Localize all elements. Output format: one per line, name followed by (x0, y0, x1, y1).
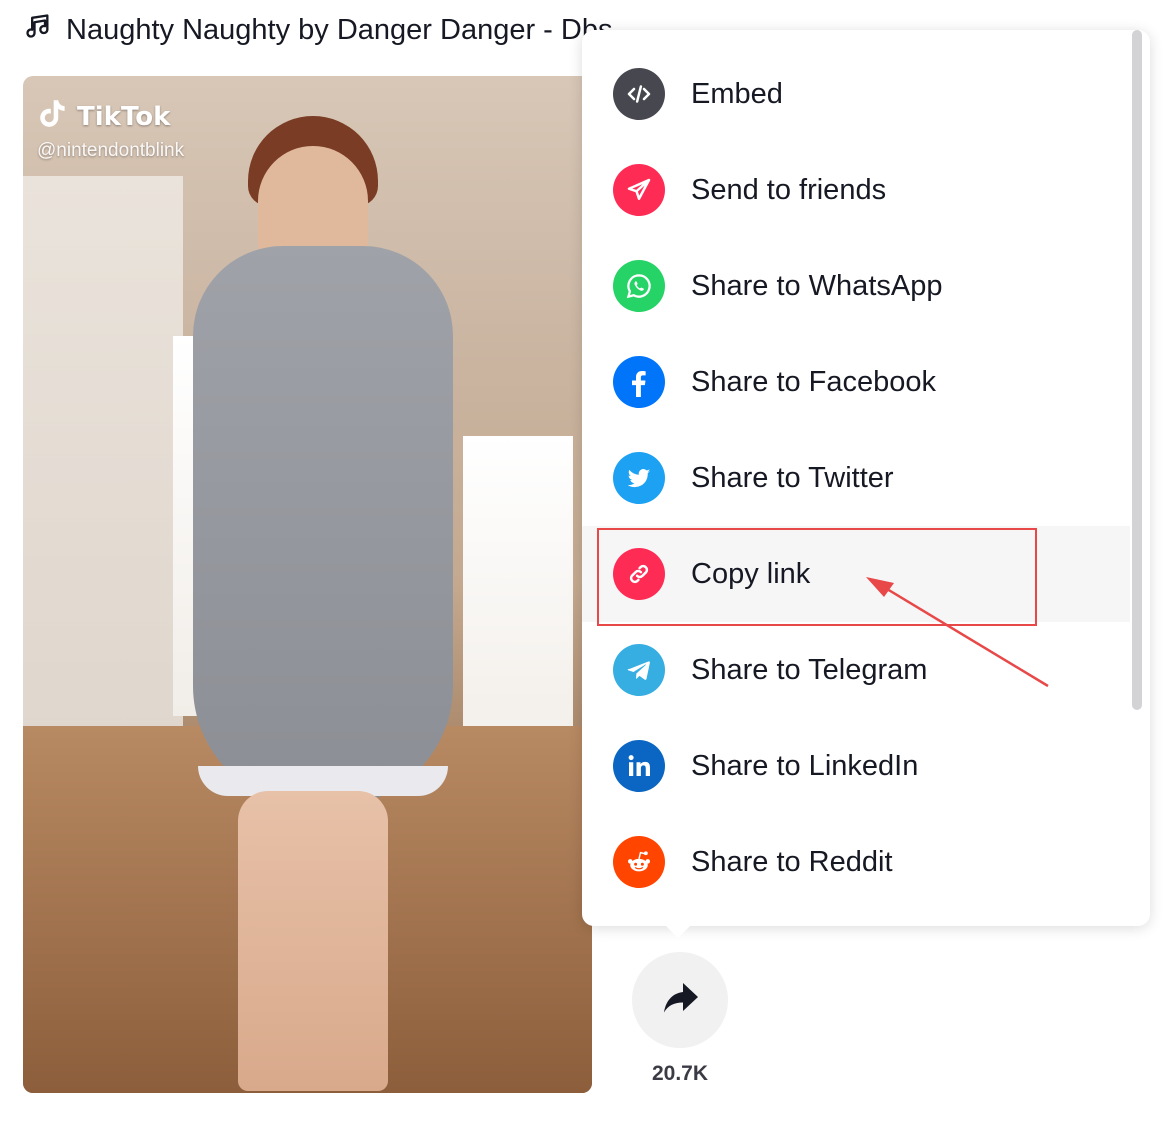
share-item-embed[interactable]: Embed (582, 46, 1130, 142)
embed-icon (613, 68, 665, 120)
twitter-icon (613, 452, 665, 504)
share-count: 20.7K (651, 1062, 709, 1085)
share-menu-scrollbar[interactable] (1132, 30, 1142, 710)
music-note-icon (24, 12, 52, 48)
share-item-send-to-friends[interactable]: Send to friends (582, 142, 1130, 238)
share-item-label: Embed (691, 77, 783, 110)
video-frame (238, 791, 388, 1091)
share-item-linkedin[interactable]: Share to LinkedIn (582, 718, 1130, 814)
telegram-icon (613, 644, 665, 696)
tiktok-logo-icon (37, 96, 71, 137)
share-item-label: Share to Reddit (691, 845, 893, 878)
video-frame (193, 246, 453, 806)
scrollbar-thumb[interactable] (1132, 30, 1142, 710)
share-item-label: Share to Telegram (691, 653, 928, 686)
tiktok-watermark: TikTok (37, 96, 170, 137)
video-player[interactable]: TikTok @nintendontblink (23, 76, 592, 1093)
share-arrow-icon (656, 974, 704, 1027)
send-icon (613, 164, 665, 216)
whatsapp-icon (613, 260, 665, 312)
reddit-icon (613, 836, 665, 888)
annotation-highlight-box (597, 528, 1037, 626)
music-title-text: Naughty Naughty by Danger Danger - Dbs (66, 13, 613, 46)
share-menu: Embed Send to friends Share to WhatsApp … (582, 30, 1150, 938)
share-item-label: Send to friends (691, 173, 887, 206)
music-title[interactable]: Naughty Naughty by Danger Danger - Dbs (24, 10, 612, 50)
share-item-label: Share to WhatsApp (691, 269, 943, 302)
share-button[interactable] (632, 952, 728, 1048)
linkedin-icon (613, 740, 665, 792)
share-item-twitter[interactable]: Share to Twitter (582, 430, 1130, 526)
facebook-icon (613, 356, 665, 408)
share-item-label: Share to Twitter (691, 461, 894, 494)
video-frame (463, 436, 573, 736)
share-item-facebook[interactable]: Share to Facebook (582, 334, 1130, 430)
share-item-label: Share to LinkedIn (691, 749, 919, 782)
share-item-whatsapp[interactable]: Share to WhatsApp (582, 238, 1130, 334)
share-item-label: Share to Facebook (691, 365, 937, 398)
creator-handle: @nintendontblink (37, 140, 185, 161)
share-item-telegram[interactable]: Share to Telegram (582, 622, 1130, 718)
share-item-reddit[interactable]: Share to Reddit (582, 814, 1130, 910)
tiktok-brand-text: TikTok (77, 101, 171, 132)
